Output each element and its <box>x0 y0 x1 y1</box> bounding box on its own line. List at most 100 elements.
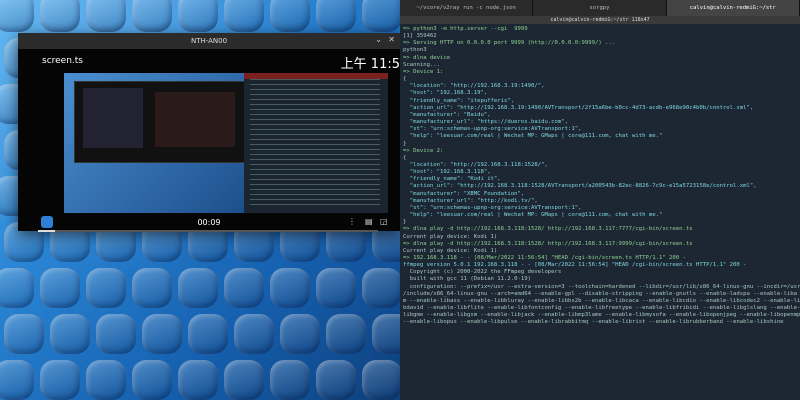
wallpaper-tile <box>280 314 320 354</box>
wallpaper-tile <box>96 314 136 354</box>
terminal-tab-1[interactable]: ~/vcore/v2ray run -c node.json <box>400 0 534 16</box>
wallpaper-tile <box>132 0 172 32</box>
terminal-line: "friendly_name": "itepufferis", <box>403 97 515 104</box>
wallpaper-tile <box>0 360 34 400</box>
terminal-window[interactable]: ~/vcore/v2ray run -c node.json sorgpy ca… <box>400 0 800 400</box>
wallpaper-tile <box>86 360 126 400</box>
close-icon[interactable]: ✕ <box>388 35 395 44</box>
wallpaper-tile <box>224 360 264 400</box>
terminal-line: Copyright (c) 2000-2022 the FFmpeg devel… <box>403 269 562 276</box>
terminal-line: => Device 1: <box>403 68 444 75</box>
wallpaper-tile <box>326 314 366 354</box>
terminal-line: built with gcc 11 (Debian 11.2.0-19) <box>403 276 531 283</box>
wallpaper-tile <box>0 268 34 308</box>
wallpaper-tile <box>50 314 90 354</box>
wallpaper-tile <box>316 268 356 308</box>
menu-icon[interactable]: ⋮ <box>348 217 356 226</box>
wallpaper-tile <box>270 0 310 32</box>
terminal-line: { <box>403 76 407 83</box>
terminal-line: "host": "192.168.3.19", <box>403 90 488 97</box>
wallpaper-tile <box>234 314 274 354</box>
terminal-line: "st": "urn:schemas-upnp-org:service:AVTr… <box>403 204 582 211</box>
terminal-line: } <box>403 219 407 226</box>
wallpaper-tile <box>270 268 310 308</box>
terminal-line: Current play device: Kodi 1) <box>403 233 498 240</box>
terminal-line: "manufacturer": "Baidu", <box>403 111 491 118</box>
terminal-line: libgme --enable-libgsm --enable-libjack … <box>403 312 800 319</box>
terminal-line: => dlna play -d http://192.168.3.118:152… <box>403 240 693 247</box>
wallpaper-tile <box>132 360 172 400</box>
video-clock: 上午 11:5 <box>340 57 400 72</box>
player-controls: 00:09 ⋮ ▤ ◲ <box>18 214 400 231</box>
player-title-bar[interactable]: NTH-AN00 ⌄ ✕ <box>18 33 400 49</box>
terminal-line: Current play device: Kodi 1) <box>403 247 498 254</box>
terminal-title: calvin@calvin-redmiG:~/str 118x47 <box>400 16 800 24</box>
wallpaper-tile <box>188 314 228 354</box>
wallpaper-tile <box>40 360 80 400</box>
terminal-line: "location": "http://192.168.3.118:1528/"… <box>403 161 548 168</box>
wallpaper-tile <box>4 314 44 354</box>
terminal-line: bdavid --enable-libflite --enable-libfon… <box>403 305 800 312</box>
terminal-line: --enable-libopus --enable-libpulse --ena… <box>403 319 784 326</box>
terminal-line: => python3 -m http.server --cgi 9999 <box>403 26 528 32</box>
wallpaper-tile <box>362 360 400 400</box>
terminal-line: => Device 2: <box>403 147 444 154</box>
terminal-line: m --enable-libass --enable-libbluray --e… <box>403 297 800 304</box>
wallpaper-tile <box>86 268 126 308</box>
terminal-line: ffmpeg version 5.0.1 192.168.3.118 - - [… <box>403 262 747 269</box>
wallpaper-tile <box>178 360 218 400</box>
terminal-tab-2[interactable]: sorgpy <box>533 0 667 16</box>
wallpaper-tile <box>178 268 218 308</box>
wallpaper-tile <box>132 268 172 308</box>
wallpaper-tile <box>178 0 218 32</box>
terminal-line: python3 <box>403 47 427 54</box>
terminal-line: "manufacturer_url": "https://dueros.baid… <box>403 119 569 126</box>
terminal-line: => Serving HTTP on 0.0.0.0 port 9999 (ht… <box>403 40 616 47</box>
video-area[interactable]: screen.ts 上午 11:5 <box>18 49 400 231</box>
terminal-tab-3[interactable]: calvin@calvin-redmiG:~/str <box>666 0 800 16</box>
terminal-line: "host": "192.168.3.118", <box>403 169 491 176</box>
terminal-line: { <box>403 154 407 161</box>
wallpaper-tile <box>362 0 400 32</box>
player-window-title: NTH-AN00 <box>190 37 228 45</box>
terminal-line: => dlna device <box>403 54 451 61</box>
terminal-line: "help": "leesuar.com/real | Wechat MP: G… <box>403 212 663 219</box>
terminal-line: [1] 359462 <box>403 33 437 40</box>
video-frame <box>64 73 388 213</box>
chevron-down-icon[interactable]: ⌄ <box>375 35 382 44</box>
wallpaper-tile <box>0 0 34 32</box>
wallpaper-tile <box>270 360 310 400</box>
wallpaper-tile <box>316 0 356 32</box>
terminal-line: "action_url": "http://192.168.3.118:1528… <box>403 183 757 190</box>
terminal-line: "friendly_name": "Kodi it", <box>403 176 501 183</box>
video-file-name: screen.ts <box>42 56 83 66</box>
terminal-line: "location": "http://192.168.3.19:1490/", <box>403 83 545 90</box>
aspect-icon[interactable]: ◲ <box>380 217 388 226</box>
video-player-window[interactable]: NTH-AN00 ⌄ ✕ screen.ts 上午 11:5 00:09 ⋮ ▤… <box>18 33 400 232</box>
subtitles-icon[interactable]: ▤ <box>365 217 373 226</box>
frame-terminal <box>244 73 388 213</box>
wallpaper-tile <box>224 268 264 308</box>
terminal-line: } <box>403 140 407 147</box>
terminal-line: /include/x86_64-linux-gnu --arch=amd64 -… <box>403 290 798 297</box>
wallpaper-tile <box>142 314 182 354</box>
terminal-line: "manufacturer_url": "http://kodi.tv/", <box>403 197 538 204</box>
wallpaper-tile <box>40 0 80 32</box>
wallpaper-tile <box>86 0 126 32</box>
terminal-line: "action_url": "http://192.168.3.19:1490/… <box>403 104 754 111</box>
terminal-line: => 192.168.3.118 - - [08/Mar/2022 11:56:… <box>403 255 686 261</box>
playback-time: 00:09 <box>197 218 221 227</box>
terminal-line: "st": "urn:schemas-upnp-org:service:AVTr… <box>403 126 582 133</box>
frame-nested-player <box>74 81 246 163</box>
terminal-output[interactable]: => python3 -m http.server --cgi 9999 [1] … <box>400 24 800 400</box>
terminal-line: Scanning... <box>403 61 441 68</box>
terminal-line: => dlna play -d http://192.168.3.118:152… <box>403 226 693 233</box>
wallpaper-tile <box>40 268 80 308</box>
wallpaper-tile <box>224 0 264 32</box>
wallpaper-tile <box>372 314 400 354</box>
wallpaper-tile <box>362 268 400 308</box>
terminal-line: "manufacturer": "XBMC Foundation", <box>403 190 525 197</box>
terminal-line: "help": "leesuar.com/real | Wechat MP: G… <box>403 133 663 140</box>
terminal-tabs: ~/vcore/v2ray run -c node.json sorgpy ca… <box>400 0 800 16</box>
terminal-line: configuration: --prefix=/usr --extra-ver… <box>403 283 800 290</box>
